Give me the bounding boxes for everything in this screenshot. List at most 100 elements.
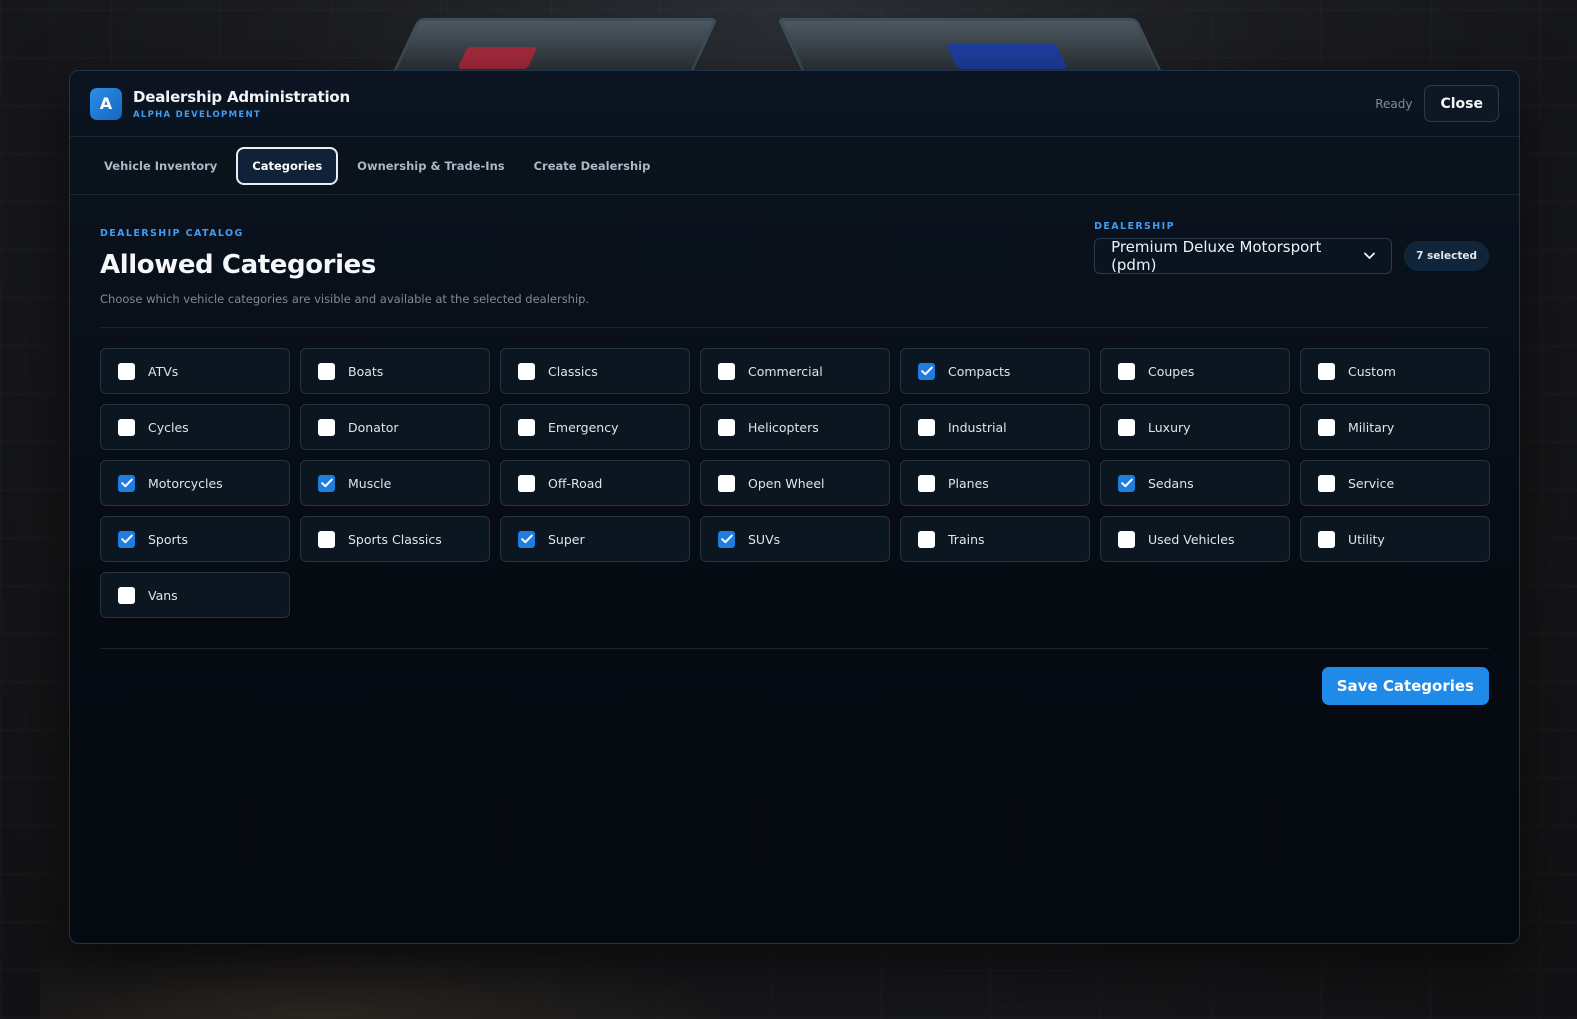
checkmark-icon — [720, 534, 733, 544]
category-option-motorcycles[interactable]: Motorcycles — [100, 460, 290, 506]
category-option-sports-classics[interactable]: Sports Classics — [300, 516, 490, 562]
tab-ownership-trade-ins[interactable]: Ownership & Trade-Ins — [347, 147, 514, 185]
category-checkbox[interactable] — [1318, 362, 1335, 380]
category-option-planes[interactable]: Planes — [900, 460, 1090, 506]
category-option-sedans[interactable]: Sedans — [1100, 460, 1290, 506]
category-option-muscle[interactable]: Muscle — [300, 460, 490, 506]
category-option-emergency[interactable]: Emergency — [500, 404, 690, 450]
category-option-helicopters[interactable]: Helicopters — [700, 404, 890, 450]
category-label: Open Wheel — [748, 475, 825, 491]
category-option-off-road[interactable]: Off-Road — [500, 460, 690, 506]
category-option-luxury[interactable]: Luxury — [1100, 404, 1290, 450]
background-light-bar — [391, 18, 719, 74]
category-checkbox[interactable] — [718, 362, 735, 380]
category-checkbox[interactable] — [118, 530, 135, 548]
category-checkbox[interactable] — [318, 418, 335, 436]
save-categories-button[interactable]: Save Categories — [1321, 667, 1489, 705]
chevron-down-icon — [1364, 250, 1375, 263]
category-label: SUVs — [748, 531, 781, 547]
category-option-suvs[interactable]: SUVs — [700, 516, 890, 562]
category-option-boats[interactable]: Boats — [300, 348, 490, 394]
category-checkbox[interactable] — [918, 362, 935, 380]
checkmark-icon — [920, 366, 933, 376]
category-checkbox[interactable] — [518, 530, 535, 548]
tab-bar: Vehicle Inventory Categories Ownership &… — [70, 137, 1519, 195]
category-label: Luxury — [1148, 419, 1191, 435]
category-label: Boats — [348, 363, 384, 379]
category-checkbox[interactable] — [518, 418, 535, 436]
category-label: Emergency — [548, 419, 619, 435]
app-titles: Dealership Administration ALPHA DEVELOPM… — [133, 88, 350, 120]
category-checkbox[interactable] — [918, 530, 935, 548]
category-checkbox[interactable] — [1118, 474, 1135, 492]
category-label: ATVs — [148, 363, 179, 379]
category-option-industrial[interactable]: Industrial — [900, 404, 1090, 450]
category-option-sports[interactable]: Sports — [100, 516, 290, 562]
status-text: Ready — [1375, 96, 1413, 111]
category-label: Industrial — [948, 419, 1007, 435]
category-checkbox[interactable] — [318, 530, 335, 548]
category-checkbox[interactable] — [1118, 362, 1135, 380]
category-checkbox[interactable] — [118, 474, 135, 492]
category-option-donator[interactable]: Donator — [300, 404, 490, 450]
category-option-military[interactable]: Military — [1300, 404, 1490, 450]
category-checkbox[interactable] — [918, 418, 935, 436]
category-checkbox[interactable] — [318, 474, 335, 492]
close-button[interactable]: Close — [1424, 85, 1499, 122]
category-checkbox[interactable] — [1318, 474, 1335, 492]
category-label: Sports Classics — [348, 531, 442, 547]
category-checkbox[interactable] — [118, 418, 135, 436]
category-checkbox[interactable] — [1318, 418, 1335, 436]
category-label: Classics — [548, 363, 598, 379]
category-checkbox[interactable] — [118, 586, 135, 604]
category-option-atvs[interactable]: ATVs — [100, 348, 290, 394]
section-eyebrow: DEALERSHIP CATALOG — [100, 228, 244, 239]
category-checkbox[interactable] — [718, 418, 735, 436]
panel-footer: Save Categories — [100, 649, 1489, 705]
category-option-service[interactable]: Service — [1300, 460, 1490, 506]
checkmark-icon — [120, 478, 133, 488]
category-option-custom[interactable]: Custom — [1300, 348, 1490, 394]
category-checkbox[interactable] — [518, 362, 535, 380]
checkmark-icon — [320, 478, 333, 488]
category-checkbox[interactable] — [318, 362, 335, 380]
category-grid: ATVs Boats Classics Commercial Compacts Coupe… — [100, 328, 1490, 649]
category-option-open-wheel[interactable]: Open Wheel — [700, 460, 890, 506]
tab-vehicle-inventory[interactable]: Vehicle Inventory — [94, 147, 227, 185]
category-option-classics[interactable]: Classics — [500, 348, 690, 394]
app-subtitle: ALPHA DEVELOPMENT — [133, 109, 261, 120]
category-label: Planes — [948, 475, 989, 491]
category-checkbox[interactable] — [1318, 530, 1335, 548]
category-label: Commercial — [748, 363, 823, 379]
category-option-coupes[interactable]: Coupes — [1100, 348, 1290, 394]
category-checkbox[interactable] — [918, 474, 935, 492]
category-label: Used Vehicles — [1148, 531, 1235, 547]
dealership-select[interactable]: Premium Deluxe Motorsport (pdm) — [1094, 238, 1393, 274]
category-option-utility[interactable]: Utility — [1300, 516, 1490, 562]
category-checkbox[interactable] — [1118, 418, 1135, 436]
category-option-commercial[interactable]: Commercial — [700, 348, 890, 394]
category-option-super[interactable]: Super — [500, 516, 690, 562]
selected-count-badge: 7 selected — [1404, 241, 1489, 271]
dealership-selected-value: Premium Deluxe Motorsport (pdm) — [1111, 238, 1322, 274]
category-option-used-vehicles[interactable]: Used Vehicles — [1100, 516, 1290, 562]
category-option-compacts[interactable]: Compacts — [900, 348, 1090, 394]
checkmark-icon — [1120, 478, 1133, 488]
category-label: Utility — [1348, 531, 1385, 547]
checkmark-icon — [120, 534, 133, 544]
dealership-row: Premium Deluxe Motorsport (pdm) 7 select… — [1094, 238, 1489, 274]
category-checkbox[interactable] — [1118, 530, 1135, 548]
tab-create-dealership[interactable]: Create Dealership — [524, 147, 661, 185]
section-header: DEALERSHIP CATALOG Allowed Categories Ch… — [100, 195, 1489, 328]
tab-categories[interactable]: Categories — [236, 146, 339, 185]
category-checkbox[interactable] — [518, 474, 535, 492]
category-option-vans[interactable]: Vans — [100, 572, 290, 618]
app-logo-icon: A — [90, 87, 122, 120]
category-label: Sedans — [1148, 475, 1194, 491]
category-option-cycles[interactable]: Cycles — [100, 404, 290, 450]
category-checkbox[interactable] — [718, 474, 735, 492]
category-checkbox[interactable] — [718, 530, 735, 548]
category-label: Helicopters — [748, 419, 819, 435]
category-option-trains[interactable]: Trains — [900, 516, 1090, 562]
category-checkbox[interactable] — [118, 362, 135, 380]
